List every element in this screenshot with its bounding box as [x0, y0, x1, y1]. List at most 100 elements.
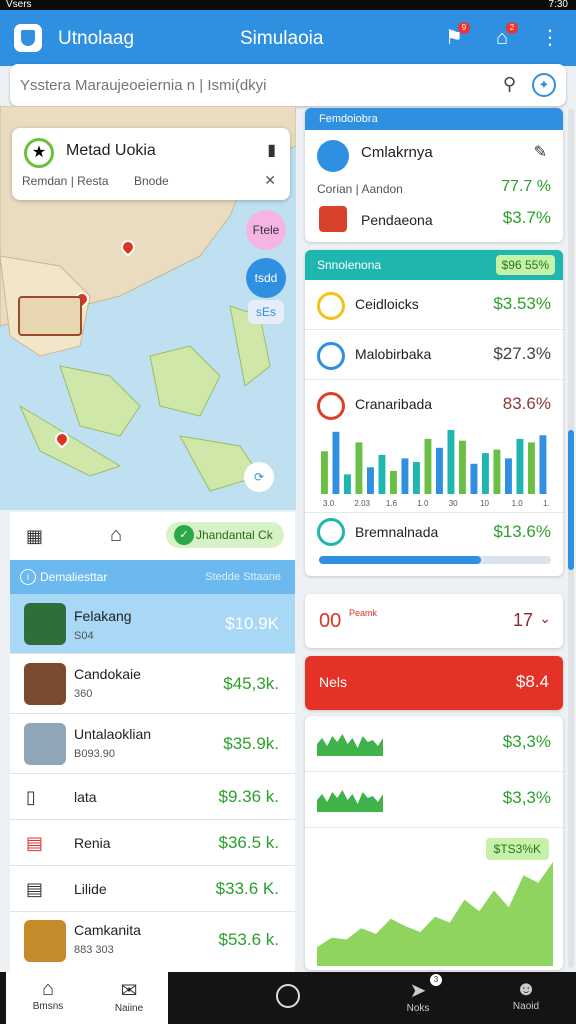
status-bar: Vsers 7:30	[0, 0, 576, 10]
map-fab-small[interactable]: sEs	[248, 300, 284, 324]
summary-title: Cmlakrnya	[361, 144, 433, 161]
list-item[interactable]: Candokaie 360 $45,3k.	[10, 654, 295, 714]
system-home-button[interactable]	[276, 984, 300, 1008]
search-icon[interactable]: ⚲	[503, 74, 516, 95]
alert-card[interactable]: Nels $8.4	[305, 656, 563, 710]
trend-row[interactable]: $3,3%	[305, 716, 563, 772]
nav-tab-label: Naoid	[512, 1001, 540, 1012]
ticket-icon: ▤	[26, 833, 44, 853]
home-badge: 2	[506, 22, 518, 34]
tick-label: 30	[449, 499, 458, 508]
summary-card[interactable]: Femdoiobra Cmlakrnya ✎ Corian | Aandon 7…	[305, 108, 563, 242]
bar	[413, 462, 420, 494]
tick-label: 2.03	[354, 499, 370, 508]
place-subtitle-right: Bnode	[134, 174, 169, 188]
trend-row[interactable]: $3,3%	[305, 772, 563, 828]
counter-card[interactable]: 00 Peamk 17 ⌄	[305, 594, 563, 648]
bar	[401, 458, 409, 494]
summary-percent: 77.7 %	[501, 178, 551, 195]
notification-icon[interactable]: ⚑ 9	[442, 22, 470, 50]
item-price: $9.36 k.	[218, 787, 280, 806]
stat-row[interactable]: Cranaribada 83.6%	[305, 380, 563, 430]
stat-value: $27.3%	[493, 344, 551, 363]
item-code: B093.90	[74, 748, 115, 760]
circle-icon	[317, 518, 345, 546]
people-icon: ☻	[515, 978, 537, 1000]
check-icon: ✓	[174, 525, 194, 545]
nav-tab-inbox[interactable]: ✉ Naiine	[90, 972, 168, 1024]
stats-header-label: Snnolenona	[317, 258, 382, 272]
app-logo-icon	[14, 24, 42, 52]
bar	[482, 453, 489, 494]
item-price: $45,3k.	[223, 674, 279, 693]
tick-label: 1.0	[543, 499, 549, 508]
home-icon[interactable]: ⌂ 2	[490, 22, 518, 50]
map-fab-blue[interactable]: tsdd	[246, 258, 286, 298]
edit-icon[interactable]: ✎	[534, 142, 547, 162]
compass-icon[interactable]: ⟳	[244, 462, 274, 492]
alert-label: Nels	[319, 674, 348, 690]
list-item[interactable]: ▯ lata $9.36 k.	[10, 774, 295, 820]
list-item[interactable]: Felakang S04 $10.9K	[10, 594, 295, 654]
stat-value: 83.6%	[502, 394, 551, 413]
summary-line-name: Pendaeona	[361, 212, 433, 228]
stat-name: Cranaribada	[355, 396, 433, 412]
circle-icon	[317, 292, 345, 320]
summary-card-header: Femdoiobra	[305, 108, 563, 130]
place-subtitle: Remdan | Resta	[22, 174, 109, 188]
map-info-card[interactable]: ★ Metad Uokia ▮ Remdan | Resta Bnode ✕	[12, 128, 290, 200]
item-name: Camkanita	[74, 922, 141, 938]
item-name: lata	[74, 789, 97, 805]
building-marker-icon[interactable]	[18, 296, 82, 336]
nav-tab-label: Bmsns	[32, 1001, 64, 1012]
nav-tab-noks[interactable]: ➤ 3 Noks	[376, 972, 460, 1024]
item-price: $35.9k.	[223, 734, 279, 753]
search-input[interactable]	[20, 72, 490, 98]
overflow-menu-icon[interactable]: ⋮	[538, 26, 562, 50]
status-chip[interactable]: ✓ Jhandantal Ck	[166, 522, 284, 548]
stat-row[interactable]: Malobirbaka $27.3%	[305, 330, 563, 380]
property-thumbnail	[24, 603, 66, 645]
stat-name: Bremnalnada	[355, 524, 439, 540]
trend-value: $3,3%	[502, 788, 551, 807]
bar-chart: 3.0 2.03 1.6 1.0 30 10 1.0 1.0	[321, 430, 549, 508]
close-icon[interactable]: ✕	[264, 172, 276, 189]
place-title: Metad Uokia	[66, 142, 156, 159]
counter-right: 17	[512, 610, 533, 630]
item-name: Untalaoklian	[74, 726, 152, 742]
sparkline-area	[317, 734, 383, 756]
bar	[528, 442, 535, 494]
sparkline	[317, 734, 383, 756]
share-icon[interactable]: ▮	[267, 140, 276, 160]
stat-row[interactable]: Ceidloicks $3.53%	[305, 280, 563, 330]
grid-icon[interactable]: ▦	[26, 526, 43, 547]
locate-icon[interactable]: ✦	[532, 73, 556, 97]
store-icon	[319, 206, 347, 232]
circle-icon	[317, 392, 345, 420]
bar	[378, 454, 386, 494]
list-item[interactable]: Camkanita 883 303 $53.6 k.	[10, 912, 295, 970]
bottom-nav: ⌂ Bmsns ✉ Naiine ➤ 3 Noks ☻ Naoid	[0, 972, 576, 1024]
bar	[447, 430, 455, 494]
notification-badge: 9	[458, 22, 470, 34]
nav-tab-label: Naiine	[114, 1003, 144, 1014]
tick-label: 1.0	[417, 499, 429, 508]
scrollbar-thumb[interactable]	[568, 430, 574, 570]
list-header-left: Demaliesttar	[40, 570, 108, 584]
bar	[505, 458, 512, 494]
nav-tab-people[interactable]: ☻ Naoid	[484, 972, 568, 1024]
nav-tab-home[interactable]: ⌂ Bmsns	[6, 972, 90, 1024]
chevron-down-icon[interactable]: ⌄	[539, 610, 551, 627]
bar	[424, 438, 432, 494]
stats-header-pill: $96 55%	[495, 255, 555, 275]
list-item[interactable]: ▤ Lilide $33.6 K.	[10, 866, 295, 912]
list-item[interactable]: Untalaoklian B093.90 $35.9k.	[10, 714, 295, 774]
counter-left-sub: Peamk	[349, 608, 378, 618]
map-fab-pink[interactable]: Ftele	[246, 210, 286, 250]
home-outline-icon[interactable]: ⌂	[110, 524, 122, 547]
item-code: 883 303	[74, 944, 114, 956]
property-thumbnail	[24, 920, 66, 962]
list-item[interactable]: ▤ Renia $36.5 k.	[10, 820, 295, 866]
tick-label: 1.0	[512, 499, 524, 508]
stat-value: $3.53%	[493, 294, 551, 313]
